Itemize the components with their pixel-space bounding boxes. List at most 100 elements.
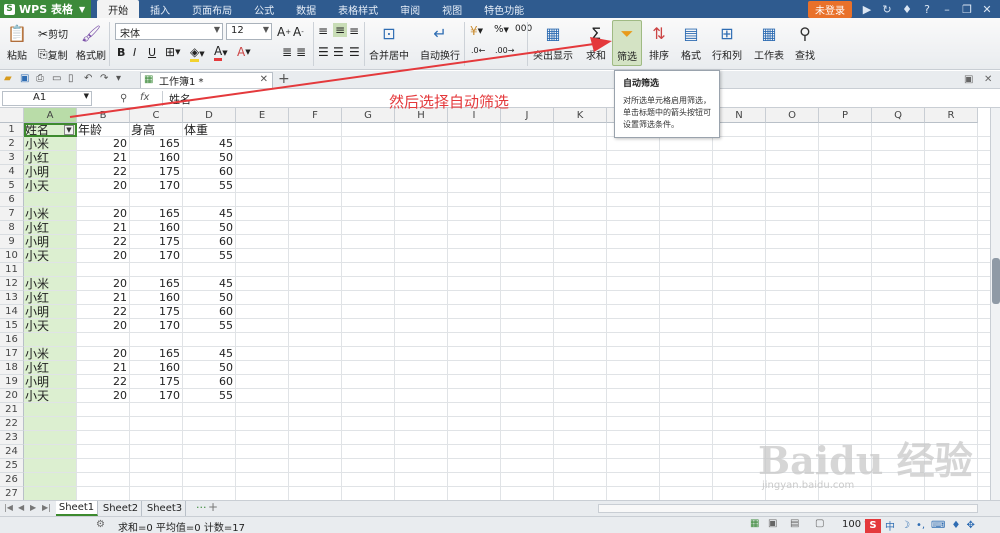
export-icon[interactable]: ▯ [68,73,74,84]
close-icon[interactable]: ✕ [260,74,268,85]
cell-b21[interactable] [78,403,129,417]
cell-b10[interactable]: 20 [78,249,129,263]
cell-a3[interactable]: 小红 [25,151,76,165]
sum-button[interactable]: Σ 求和 [585,22,607,63]
cell-d2[interactable]: 45 [184,137,235,151]
cell-b24[interactable] [78,445,129,459]
decrease-decimal-button[interactable]: .00→ [495,46,514,55]
page-break-view-icon[interactable]: ▤ [790,518,799,529]
add-sheet-icon[interactable]: + [208,500,218,514]
cell-a14[interactable]: 小明 [25,305,76,319]
cell-b26[interactable] [78,473,129,487]
cell-b3[interactable]: 21 [78,151,129,165]
cell-b6[interactable] [78,193,129,207]
cell-b25[interactable] [78,459,129,473]
vertical-scrollbar[interactable] [990,108,1000,500]
row-header-23[interactable]: 23 [0,431,24,445]
cell-b7[interactable]: 20 [78,207,129,221]
cell-d25[interactable] [184,459,235,473]
more-sheets-icon[interactable]: ··· [196,501,207,514]
cell-b4[interactable]: 22 [78,165,129,179]
column-header-d[interactable]: D [183,108,236,123]
cell-c23[interactable] [131,431,182,445]
format-painter-button[interactable]: 🖌 格式刷 [76,22,106,63]
cell-a7[interactable]: 小米 [25,207,76,221]
cell-a5[interactable]: 小天 [25,179,76,193]
cell-d7[interactable]: 45 [184,207,235,221]
name-box[interactable]: A1 ▼ [2,91,92,106]
filter-dropdown-arrow-icon[interactable]: ▼ [64,125,74,135]
sheet-tab-2[interactable]: Sheet2 [100,501,142,516]
percent-format-button[interactable]: % ▼ [494,24,509,35]
cell-c19[interactable]: 175 [131,375,182,389]
row-header-9[interactable]: 9 [0,235,24,249]
row-header-10[interactable]: 10 [0,249,24,263]
cell-c13[interactable]: 160 [131,291,182,305]
new-tab-button[interactable]: + [278,71,290,87]
align-middle-button[interactable]: ≡ [333,23,348,37]
horizontal-scrollbar[interactable] [598,504,978,513]
copy-button[interactable]: ⎘ 复制 [38,47,68,62]
cell-b19[interactable]: 22 [78,375,129,389]
row-header-5[interactable]: 5 [0,179,24,193]
cell-a26[interactable] [25,473,76,487]
cell-d19[interactable]: 60 [184,375,235,389]
play-icon[interactable]: ▶ [860,2,874,16]
prev-sheet-icon[interactable]: ◀ [18,503,24,512]
cell-c5[interactable]: 170 [131,179,182,193]
last-sheet-icon[interactable]: ▶| [42,503,51,512]
tab-page-layout[interactable]: 页面布局 [181,0,243,18]
cell-a15[interactable]: 小天 [25,319,76,333]
restore-icon[interactable]: ❐ [960,2,974,16]
row-header-19[interactable]: 19 [0,375,24,389]
worksheet-button[interactable]: ▦ 工作表 [754,22,784,63]
tab-insert[interactable]: 插入 [139,0,181,18]
cell-a16[interactable] [25,333,76,347]
cell-a19[interactable]: 小明 [25,375,76,389]
next-sheet-icon[interactable]: ▶ [30,503,36,512]
cell-c15[interactable]: 170 [131,319,182,333]
column-header-b[interactable]: B [77,108,130,123]
cell-c12[interactable]: 165 [131,277,182,291]
login-button[interactable]: 未登录 [808,0,852,18]
cell-c10[interactable]: 170 [131,249,182,263]
cell-c17[interactable]: 165 [131,347,182,361]
cell-a8[interactable]: 小红 [25,221,76,235]
tab-formulas[interactable]: 公式 [243,0,285,18]
cell-a12[interactable]: 小米 [25,277,76,291]
cell-d11[interactable] [184,263,235,277]
cell-d6[interactable] [184,193,235,207]
cell-c6[interactable] [131,193,182,207]
row-header-26[interactable]: 26 [0,473,24,487]
cell-c21[interactable] [131,403,182,417]
first-sheet-icon[interactable]: |◀ [4,503,13,512]
tab-data[interactable]: 数据 [285,0,327,18]
cell-d27[interactable] [184,487,235,500]
row-header-7[interactable]: 7 [0,207,24,221]
cell-d3[interactable]: 50 [184,151,235,165]
help-icon[interactable]: ? [920,2,934,16]
thousands-format-button[interactable]: 000 [515,24,532,34]
cell-d13[interactable]: 50 [184,291,235,305]
cell-d4[interactable]: 60 [184,165,235,179]
format-button[interactable]: ▤ 格式 [680,22,702,63]
cell-b23[interactable] [78,431,129,445]
close-icon[interactable]: ✕ [980,2,994,16]
cell-a27[interactable] [25,487,76,500]
increase-decimal-button[interactable]: .0← [471,46,485,55]
cell-a13[interactable]: 小红 [25,291,76,305]
column-header-p[interactable]: P [819,108,872,123]
cell-c4[interactable]: 175 [131,165,182,179]
cell-a21[interactable] [25,403,76,417]
find-button[interactable]: ⚲ 查找 [794,22,816,63]
bold-button[interactable]: B [117,46,125,59]
cell-c9[interactable]: 175 [131,235,182,249]
row-header-20[interactable]: 20 [0,389,24,403]
row-header-4[interactable]: 4 [0,165,24,179]
cell-d1[interactable]: 体重 [184,123,235,137]
save-icon[interactable]: ▣ [20,73,29,84]
row-header-15[interactable]: 15 [0,319,24,333]
clear-format-button[interactable]: A ▼ [237,45,251,59]
cell-c22[interactable] [131,417,182,431]
app-menu-button[interactable]: S WPS 表格 ▼ [0,0,92,18]
